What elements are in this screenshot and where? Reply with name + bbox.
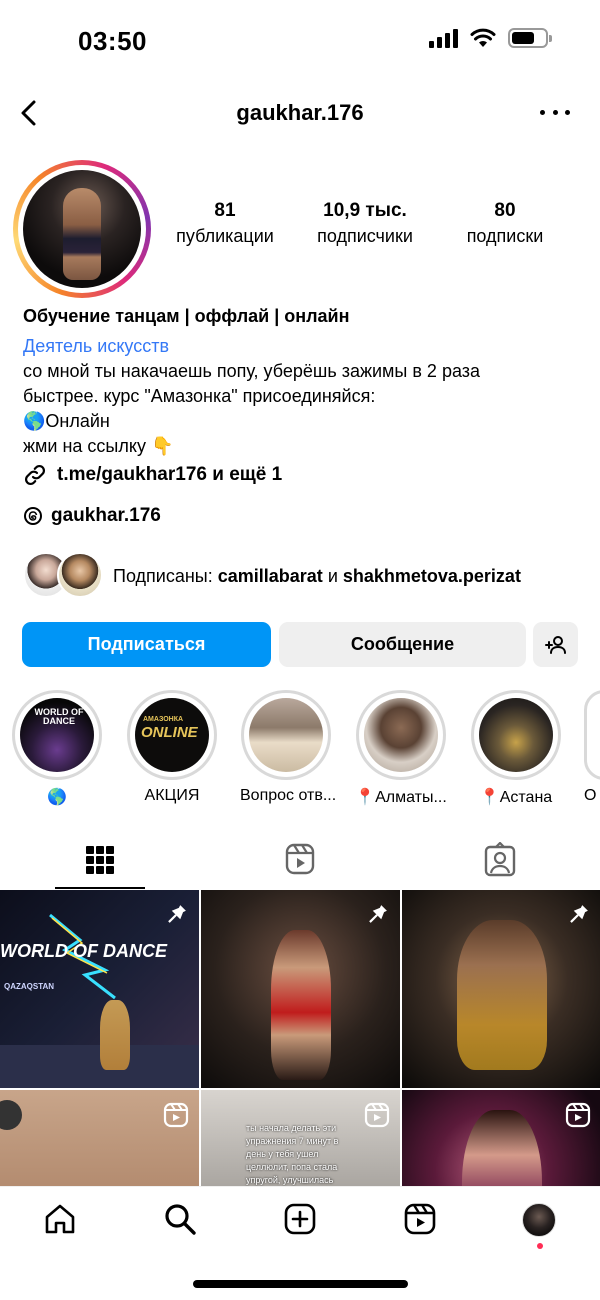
profile-stats: 81 публикации 10,9 тыс. подписчики 80 по… <box>155 200 575 247</box>
highlight-item[interactable]: Вопрос отв... <box>240 690 337 805</box>
profile-header: gaukhar.176 <box>0 88 600 138</box>
tagged-tab-icon[interactable] <box>480 842 520 878</box>
highlight-label: Вопрос отв... <box>240 787 337 804</box>
battery-icon <box>508 28 552 48</box>
bio-link[interactable]: t.me/gaukhar176 и ещё 1 <box>23 463 282 487</box>
suggested-accounts-button[interactable] <box>533 622 578 667</box>
search-icon[interactable] <box>162 1201 198 1237</box>
avatar-photo <box>23 170 141 288</box>
highlight-label: О <box>584 787 597 804</box>
highlight-item[interactable]: WORLD OF DANCE 🌎 <box>11 690 103 807</box>
home-icon[interactable] <box>42 1201 78 1237</box>
bio-category[interactable]: Деятель искусств <box>23 333 583 359</box>
profile-avatar[interactable] <box>13 160 151 298</box>
mutual-avatar <box>57 552 103 598</box>
post-thumbnail[interactable] <box>402 1090 600 1186</box>
stat-value: 80 <box>494 200 516 221</box>
bio-text-line: 🌎Онлайн <box>23 411 110 431</box>
wifi-icon <box>470 28 496 47</box>
highlight-label: 🌎 <box>47 789 67 806</box>
bio-link-text: t.me/gaukhar176 и ещё 1 <box>57 464 283 485</box>
page-title: gaukhar.176 <box>236 100 364 125</box>
mutual-followers[interactable]: Подписаны: camillabarat и shakhmetova.pe… <box>23 552 583 600</box>
threads-badge[interactable]: gaukhar.176 <box>23 505 161 527</box>
posts-grid: WORLD OF DANCE QAZAQSTAN ты начала делат <box>0 890 600 1186</box>
status-icons <box>429 28 552 48</box>
story-highlights: WORLD OF DANCE 🌎 АМАЗОНКА ONLINE АКЦИЯ Во… <box>0 690 600 810</box>
reel-icon <box>364 1102 390 1128</box>
pin-icon <box>570 905 588 923</box>
notification-dot <box>537 1243 543 1249</box>
cellular-signal-icon <box>429 28 458 48</box>
mutual-followers-text: Подписаны: camillabarat и shakhmetova.pe… <box>113 565 521 586</box>
stat-label: подписки <box>466 226 544 246</box>
highlight-label: АКЦИЯ <box>144 787 200 804</box>
post-thumbnail[interactable] <box>402 890 600 1088</box>
post-thumbnail[interactable]: WORLD OF DANCE QAZAQSTAN <box>0 890 199 1088</box>
bio-text-line: быстрее. курс "Амазонка" присоединяйся: <box>23 386 376 406</box>
profile-tabs <box>0 830 600 890</box>
active-tab-indicator <box>55 887 145 889</box>
post-subtitle: QAZAQSTAN <box>4 982 55 991</box>
add-person-icon <box>544 635 566 654</box>
bio-text-line: со мной ты накачаешь попу, уберёшь зажим… <box>23 361 481 381</box>
highlight-cover <box>364 698 438 772</box>
bio-text-line: жми на ссылку 👇 <box>23 436 174 456</box>
reel-icon <box>163 1102 189 1128</box>
stat-label: публикации <box>176 226 274 246</box>
threads-icon <box>24 507 42 525</box>
highlight-item[interactable]: О <box>584 690 600 805</box>
stat-followers[interactable]: 10,9 тыс. подписчики <box>295 200 435 247</box>
highlight-cover: АМАЗОНКА ONLINE <box>135 698 209 772</box>
highlight-cover <box>479 698 553 772</box>
status-time: 03:50 <box>78 26 147 56</box>
highlight-item[interactable]: 📍Алматы... <box>355 690 447 807</box>
reel-icon <box>565 1102 591 1128</box>
highlight-item[interactable]: 📍Астана <box>470 690 562 807</box>
more-options-icon[interactable] <box>540 101 570 123</box>
stat-following[interactable]: 80 подписки <box>435 200 575 247</box>
reels-icon[interactable] <box>402 1201 438 1237</box>
mutual-user[interactable]: camillabarat <box>218 566 323 586</box>
link-icon <box>24 464 46 486</box>
pin-icon <box>168 905 186 923</box>
post-thumbnail[interactable]: ты начала делать эти упражнения 7 минут … <box>201 1090 400 1186</box>
highlight-cover <box>249 698 323 772</box>
message-button[interactable]: Сообщение <box>279 622 526 667</box>
stat-value: 81 <box>214 200 236 221</box>
highlight-item[interactable]: АМАЗОНКА ONLINE АКЦИЯ <box>126 690 218 805</box>
mutual-user[interactable]: shakhmetova.perizat <box>343 566 521 586</box>
pin-icon <box>369 905 387 923</box>
profile-bio: Обучение танцам | оффлай | онлайн Деятел… <box>23 303 583 459</box>
stat-label: подписчики <box>317 226 413 246</box>
follow-button[interactable]: Подписаться <box>22 622 271 667</box>
grid-tab-icon[interactable] <box>80 842 120 878</box>
profile-avatar-nav[interactable] <box>522 1203 556 1237</box>
highlight-label: 📍Астана <box>479 789 553 806</box>
create-post-icon[interactable] <box>282 1201 318 1237</box>
stat-value: 10,9 тыс. <box>323 200 407 221</box>
stat-posts[interactable]: 81 публикации <box>155 200 295 247</box>
post-thumbnail[interactable] <box>0 1090 199 1186</box>
reels-tab-icon[interactable] <box>280 842 320 878</box>
post-caption-overlay: ты начала делать эти упражнения 7 минут … <box>246 1123 339 1185</box>
highlight-cover: WORLD OF DANCE <box>20 698 94 772</box>
post-thumbnail[interactable] <box>201 890 400 1088</box>
bio-name: Обучение танцам | оффлай | онлайн <box>23 306 350 326</box>
bottom-navigation <box>0 1186 600 1256</box>
status-bar: 03:50 <box>0 0 600 80</box>
threads-username: gaukhar.176 <box>51 505 161 526</box>
home-indicator <box>193 1280 408 1288</box>
highlight-label: 📍Алматы... <box>355 789 447 806</box>
post-title: WORLD OF DANCE <box>0 941 167 961</box>
